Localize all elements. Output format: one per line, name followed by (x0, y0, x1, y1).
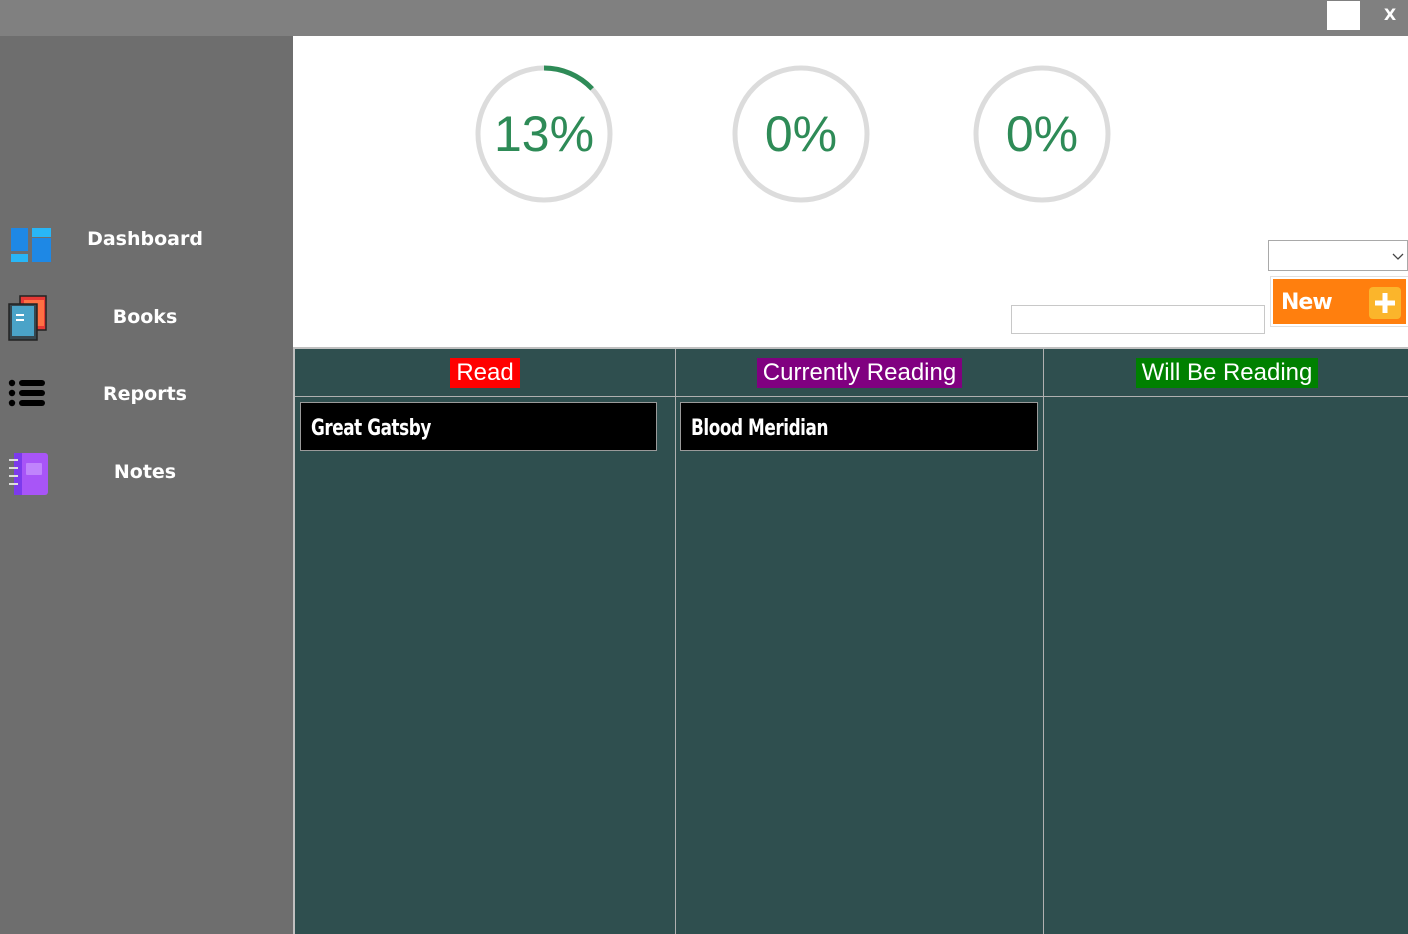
kanban-board: Read Great Gatsby Currently Reading Bloo… (293, 347, 1408, 934)
chevron-down-icon (1392, 253, 1404, 260)
app-window: X Dashboard Books Reports Notes 13% 0% 0… (0, 0, 1408, 934)
gauge-value: 0% (764, 106, 838, 162)
sidebar-item-label: Books (112, 306, 178, 328)
book-card[interactable]: Blood Meridian (680, 402, 1038, 451)
column-title: Read (450, 358, 520, 388)
sidebar-item-books[interactable]: Books (0, 288, 293, 348)
read-progress-gauge: 13% (474, 64, 614, 204)
sidebar-item-reports[interactable]: Reports (0, 365, 293, 425)
plus-icon (1369, 287, 1401, 319)
maximize-button[interactable] (1327, 1, 1360, 30)
new-book-button[interactable]: New (1270, 276, 1408, 327)
column-will-be-reading: Will Be Reading (1044, 349, 1408, 934)
sidebar-item-dashboard[interactable]: Dashboard (0, 210, 293, 270)
search-input[interactable] (1011, 305, 1265, 334)
dashboard-icon (8, 218, 51, 265)
column-currently-reading: Currently Reading Blood Meridian (676, 349, 1044, 934)
gauge-value: 0% (1005, 106, 1079, 162)
list-icon (8, 373, 50, 419)
books-icon (8, 294, 50, 341)
title-bar: X (0, 0, 1408, 36)
sidebar: Dashboard Books Reports Notes (0, 36, 293, 934)
column-header: Currently Reading (676, 349, 1043, 397)
filter-dropdown[interactable] (1268, 240, 1408, 271)
sidebar-item-label: Reports (103, 383, 187, 405)
sidebar-item-label: Notes (113, 461, 177, 483)
column-read: Read Great Gatsby (295, 349, 676, 934)
column-header: Will Be Reading (1044, 349, 1408, 397)
will-be-reading-progress-gauge: 0% (972, 64, 1112, 204)
column-title: Will Be Reading (1135, 358, 1319, 388)
notebook-icon (8, 449, 50, 495)
book-title: Blood Meridian (691, 416, 829, 441)
column-header: Read (295, 349, 675, 397)
book-title: Great Gatsby (311, 416, 431, 441)
column-title: Currently Reading (756, 358, 963, 388)
book-card[interactable]: Great Gatsby (300, 402, 657, 451)
new-button-label: New (1281, 290, 1333, 315)
close-button[interactable]: X (1376, 2, 1404, 28)
currently-reading-progress-gauge: 0% (731, 64, 871, 204)
sidebar-item-label: Dashboard (87, 228, 203, 250)
gauge-value: 13% (493, 106, 595, 162)
sidebar-item-notes[interactable]: Notes (0, 443, 293, 503)
